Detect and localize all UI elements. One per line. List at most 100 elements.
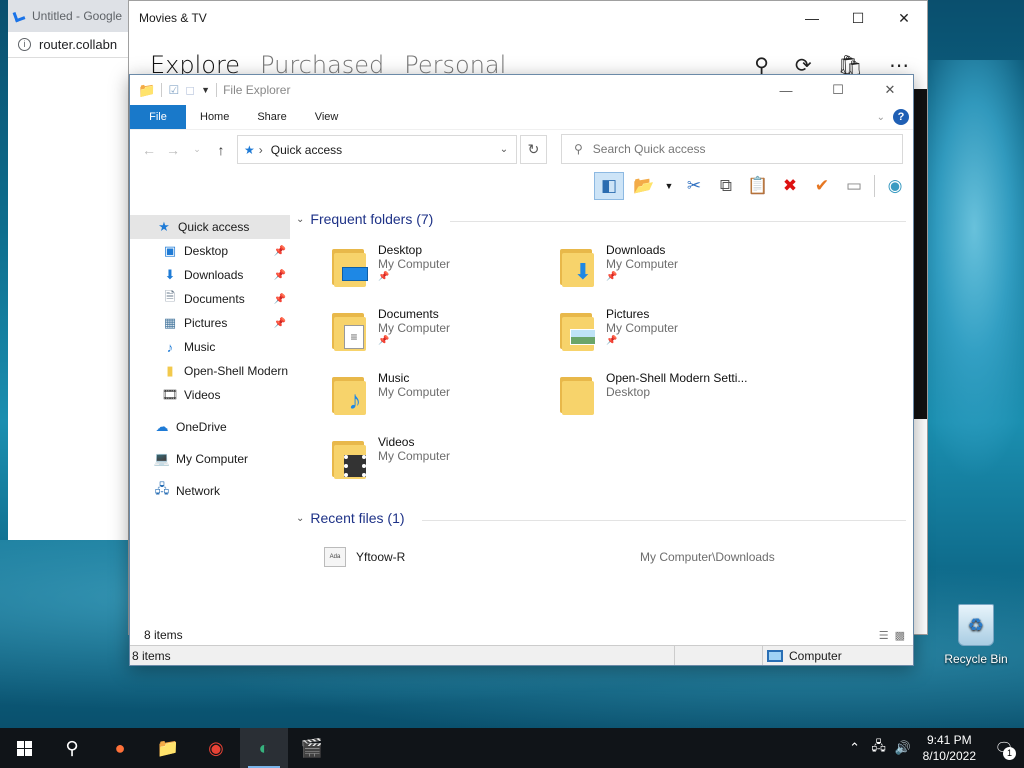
minimize-button[interactable]: — [763, 75, 809, 105]
paste-icon[interactable]: 📋 [746, 174, 770, 198]
file-path: My Computer\Downloads [640, 550, 775, 564]
folder-icon [330, 243, 370, 289]
address-bar[interactable]: ★ › Quick access ⌄ [237, 135, 517, 164]
checkmark-icon[interactable]: ✔ [810, 174, 834, 198]
notification-center-button[interactable]: 🗨 1 [984, 728, 1024, 768]
start-button[interactable] [0, 728, 48, 768]
music-note-icon: ♪ [348, 384, 362, 415]
firefox-icon: ● [114, 737, 126, 758]
browser-address-bar[interactable]: i router.collabn [8, 32, 129, 58]
folder-tile-videos[interactable]: Videos My Computer [330, 435, 550, 491]
maximize-button[interactable]: ☐ [835, 1, 881, 35]
folder-tile-pictures[interactable]: Pictures My Computer 📌 [558, 307, 778, 363]
sidebar-item-network[interactable]: 🖧 Network [130, 479, 290, 503]
folder-icon: 📁 [138, 81, 156, 98]
properties-icon[interactable]: ☑ [168, 83, 179, 97]
sidebar-item-quick-access[interactable]: ★ Quick access [130, 215, 290, 239]
browser-address-text: router.collabn [39, 37, 118, 52]
recent-files-header[interactable]: ⌄ Recent files (1) [296, 510, 405, 526]
browser-tab-title: Untitled - Google [32, 9, 123, 23]
minimize-button[interactable]: — [789, 1, 835, 35]
preview-pane-icon[interactable]: ◧ [594, 172, 624, 200]
folder-tile-open-shell[interactable]: Open-Shell Modern Setti... Desktop [558, 371, 778, 427]
tab-file[interactable]: File [130, 105, 186, 129]
new-folder-icon[interactable]: ◻ [185, 83, 195, 97]
sidebar-item-documents[interactable]: 🗎 Documents 📌 [130, 287, 290, 311]
maximize-button[interactable]: ☐ [815, 75, 861, 105]
folder-tile-downloads[interactable]: ⬇ Downloads My Computer 📌 [558, 243, 778, 299]
group-title: Frequent folders (7) [310, 211, 434, 227]
taskbar-firefox[interactable]: ● [96, 728, 144, 768]
recent-locations-icon[interactable]: ⌄ [188, 144, 206, 155]
chevron-down-icon[interactable]: ⌄ [492, 144, 516, 155]
forward-arrow-icon[interactable]: → [164, 142, 182, 158]
dropdown-arrow-icon[interactable]: ▼ [664, 174, 674, 198]
frequent-folders-header[interactable]: ⌄ Frequent folders (7) [296, 211, 433, 227]
file-explorer-window[interactable]: 📁 ☑ ◻ ▼ File Explorer — ☐ ✕ File Home Sh… [129, 74, 914, 666]
close-button[interactable]: ✕ [881, 1, 927, 35]
volume-icon[interactable]: 🔊 [891, 740, 915, 756]
details-view-icon[interactable]: ☰ [879, 629, 889, 642]
expand-ribbon-icon[interactable]: ⌄ [877, 112, 885, 123]
tab-home[interactable]: Home [186, 105, 243, 129]
sidebar-item-music[interactable]: ♪ Music [130, 335, 290, 359]
tab-view[interactable]: View [301, 105, 353, 129]
rename-icon[interactable]: ▭ [842, 174, 866, 198]
list-item[interactable]: Ada Yftoow-R My Computer\Downloads [324, 545, 884, 569]
sidebar-item-pictures[interactable]: ▦ Pictures 📌 [130, 311, 290, 335]
picture-icon [570, 329, 596, 345]
folder-tile-documents[interactable]: ≡ Documents My Computer 📌 [330, 307, 550, 363]
system-tray: ⌃ 🖧 🔊 9:41 PM 8/10/2022 🗨 1 [843, 728, 1024, 768]
copy-icon[interactable]: ⧉ [714, 174, 738, 198]
clock[interactable]: 9:41 PM 8/10/2022 [915, 732, 984, 764]
date: 8/10/2022 [922, 749, 976, 763]
location-label: Computer [789, 648, 842, 663]
taskbar-file-explorer[interactable]: 📁 [144, 728, 192, 768]
item-count: 8 items [132, 648, 171, 663]
close-button[interactable]: ✕ [867, 75, 913, 105]
folder-icon: ♪ [330, 371, 370, 417]
sidebar-item-videos[interactable]: 🎞 Videos [130, 383, 290, 407]
folder-location: Desktop [606, 385, 651, 399]
back-arrow-icon[interactable]: ← [140, 142, 158, 158]
folder-tile-desktop[interactable]: Desktop My Computer 📌 [330, 243, 550, 299]
search-box[interactable]: ⚲ Search Quick access [561, 134, 903, 164]
chevron-down-icon: ⌄ [296, 213, 305, 225]
folder-name: Videos [378, 435, 415, 449]
time: 9:41 PM [926, 733, 972, 747]
taskbar-movies-tv[interactable]: 🎬 [288, 728, 336, 768]
network-icon[interactable]: 🖧 [867, 737, 891, 759]
chevron-up-icon[interactable]: ⌃ [843, 740, 867, 756]
sidebar-item-my-computer[interactable]: 💻 My Computer [130, 447, 290, 471]
refresh-button[interactable]: ↻ [520, 135, 547, 164]
folder-location: My Computer [378, 257, 451, 271]
sidebar-item-onedrive[interactable]: ☁ OneDrive [130, 415, 290, 439]
cut-icon[interactable]: ✂ [682, 174, 706, 198]
computer-icon [767, 649, 783, 662]
customize-dropdown-icon[interactable]: ▼ [201, 85, 210, 95]
folder-name: Downloads [606, 243, 666, 257]
taskbar-chrome[interactable]: ◉ [192, 728, 240, 768]
chrome-icon: ◉ [208, 737, 224, 758]
shell-icon[interactable]: ◉ [883, 174, 907, 198]
browser-tab[interactable]: Untitled - Google [8, 0, 129, 32]
up-arrow-icon[interactable]: ↑ [212, 142, 230, 158]
help-icon[interactable]: ? [893, 109, 909, 125]
info-icon[interactable]: i [18, 38, 31, 51]
file-name: Yftoow-R [356, 550, 406, 564]
search-button[interactable]: ⚲ [48, 728, 96, 768]
large-icons-view-icon[interactable]: ▩ [895, 629, 905, 642]
sidebar-item-downloads[interactable]: ⬇ Downloads 📌 [130, 263, 290, 287]
browser-window[interactable]: Untitled - Google i router.collabn [8, 0, 130, 540]
sidebar-item-desktop[interactable]: ▣ Desktop 📌 [130, 239, 290, 263]
sidebar-item-open-shell[interactable]: ▮ Open-Shell Modern [130, 359, 290, 383]
delete-icon[interactable]: ✖ [778, 174, 802, 198]
taskbar-edge[interactable]: ◐ [240, 728, 288, 768]
explorer-titlebar[interactable]: 📁 ☑ ◻ ▼ File Explorer — ☐ ✕ [130, 75, 913, 105]
recycle-bin[interactable]: ♻ Recycle Bin [940, 604, 1012, 666]
movies-titlebar[interactable]: Movies & TV — ☐ ✕ [129, 1, 927, 35]
tab-share[interactable]: Share [243, 105, 300, 129]
recycle-bin-icon: ♻ [958, 604, 994, 646]
folder-tile-music[interactable]: ♪ Music My Computer [330, 371, 550, 427]
new-folder-icon[interactable]: 📂 [632, 174, 656, 198]
